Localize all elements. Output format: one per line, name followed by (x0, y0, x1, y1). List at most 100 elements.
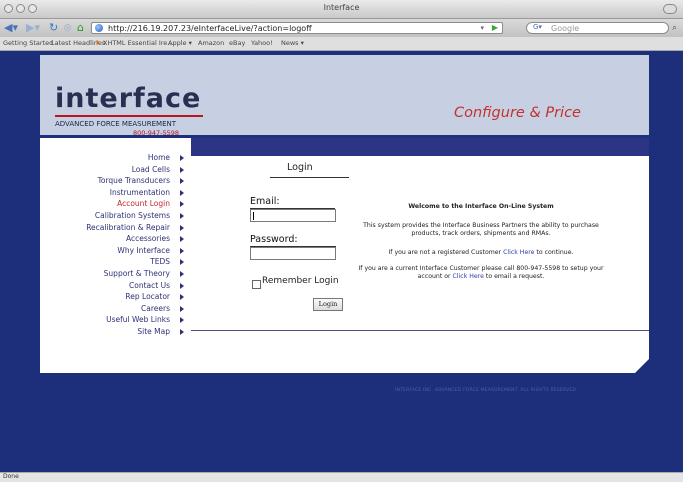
address-text: http://216.19.207.23/eInterfaceLive/?act… (108, 24, 312, 33)
sidebar-item-label: Rep Locator (125, 292, 170, 302)
page-tagline: Configure & Price (454, 105, 581, 121)
chevron-right-icon (180, 282, 184, 289)
not-registered-post: to continue. (534, 249, 574, 256)
sidebar-item-label: Careers (141, 303, 170, 313)
sidebar-item-label: Accessories (126, 234, 170, 244)
sidebar-item-account-login[interactable]: Account Login (40, 198, 188, 210)
remember-login-label: Remember Login (262, 276, 339, 286)
sidebar-item-rep-locator[interactable]: Rep Locator (40, 291, 188, 303)
window-titlebar: Interface (0, 0, 683, 19)
logo-subtitle: ADVANCED FORCE MEASUREMENT (55, 120, 177, 128)
sidebar-item-instrumentation[interactable]: Instrumentation (40, 187, 188, 199)
forward-arrow-icon[interactable]: ▶▾ (26, 22, 40, 34)
back-arrow-icon[interactable]: ◀▾ (4, 22, 18, 34)
status-text: Done (3, 473, 19, 480)
sidebar-item-accessories[interactable]: Accessories (40, 233, 188, 245)
sidebar-item-label: Site Map (137, 326, 170, 336)
email-label: Email: (250, 196, 280, 207)
login-title: Login (287, 162, 313, 173)
sidebar-item-label: Contact Us (129, 280, 170, 290)
history-dropdown-icon[interactable]: ▾ (480, 24, 484, 32)
sidebar-item-label: Support & Theory (103, 268, 170, 278)
welcome-intro: This system provides the Interface Busin… (363, 222, 599, 237)
password-label: Password: (250, 234, 298, 245)
current-customer-post: to email a request. (483, 273, 545, 280)
main-content: Home Load Cells Torque Transducers Instrume… (40, 138, 649, 373)
sidebar-item-label: Why Interface (117, 245, 170, 255)
reload-icon[interactable]: ↻ (49, 22, 58, 34)
sidebar-item-load-cells[interactable]: Load Cells (40, 164, 188, 176)
sidebar-item-careers[interactable]: Careers (40, 303, 188, 315)
bookmarks-bar: Getting Started Latest Headlines ◗ XHTML… (0, 37, 683, 51)
register-click-here-link[interactable]: Click Here (503, 249, 534, 256)
bookmark-getting-started[interactable]: Getting Started (3, 39, 53, 47)
go-arrow-icon[interactable]: ▶ (492, 23, 498, 32)
bookmark-xhtml[interactable]: XHTML Essential Ire... (103, 39, 173, 47)
browser-toolbar: ◀▾ ▶▾ ↻ ⊗ ⌂ http://216.19.207.23/eInterf… (0, 19, 683, 37)
login-title-rule (270, 177, 349, 178)
sidebar-item-support-theory[interactable]: Support & Theory (40, 268, 188, 280)
content-top-band (191, 138, 649, 156)
search-magnifier-icon[interactable]: ⌕ (672, 22, 677, 34)
chevron-right-icon (180, 166, 184, 173)
remember-login-checkbox[interactable] (252, 280, 261, 289)
chevron-right-icon (180, 236, 184, 243)
sidebar-item-site-map[interactable]: Site Map (40, 326, 188, 338)
bookmark-amazon[interactable]: Amazon (198, 39, 224, 47)
bookmark-apple[interactable]: Apple ▾ (168, 39, 192, 47)
sidebar-item-label: Load Cells (131, 164, 170, 174)
sidebar-item-label: Recalibration & Repair (86, 222, 170, 232)
chevron-right-icon (180, 305, 184, 312)
home-icon[interactable]: ⌂ (77, 22, 84, 34)
sidebar-item-calibration-systems[interactable]: Calibration Systems (40, 210, 188, 222)
sidebar-item-teds[interactable]: TEDS (40, 256, 188, 268)
email-field[interactable] (250, 209, 336, 222)
password-field[interactable] (250, 247, 336, 260)
stop-icon[interactable]: ⊗ (63, 22, 72, 34)
logo-rule (55, 115, 203, 117)
chevron-right-icon (180, 259, 184, 266)
sidebar-item-recalibration-repair[interactable]: Recalibration & Repair (40, 222, 188, 234)
window-title: Interface (323, 3, 360, 12)
text-caret (253, 212, 254, 220)
content-bottom-rule (191, 330, 649, 331)
not-registered-text: If you are not a registered Customer Cli… (352, 249, 610, 256)
rss-icon: ◗ (96, 39, 100, 46)
chevron-right-icon (180, 155, 184, 161)
sidebar-item-label: Account Login (117, 199, 170, 209)
search-engine-icon[interactable]: G▾ (533, 23, 542, 31)
welcome-heading: Welcome to the Interface On-Line System (408, 203, 554, 210)
sidebar-item-torque-transducers[interactable]: Torque Transducers (40, 175, 188, 187)
not-registered-pre: If you are not a registered Customer (388, 249, 504, 256)
chevron-right-icon (180, 224, 184, 231)
bookmark-yahoo[interactable]: Yahoo! (251, 39, 273, 47)
sidebar-item-contact-us[interactable]: Contact Us (40, 280, 188, 292)
site-globe-icon (95, 24, 103, 32)
bookmark-ebay[interactable]: eBay (229, 39, 245, 47)
chevron-right-icon (180, 189, 184, 196)
sidebar-item-home[interactable]: Home (40, 152, 188, 164)
content-corner-notch (635, 359, 649, 373)
sidebar-item-label: Torque Transducers (97, 176, 170, 186)
sidebar-item-why-interface[interactable]: Why Interface (40, 245, 188, 257)
chevron-right-icon (180, 201, 184, 208)
chevron-right-icon (180, 178, 184, 185)
login-button[interactable]: Login (313, 298, 343, 311)
sidebar-item-label: TEDS (150, 257, 170, 267)
toolbar-toggle-button[interactable] (663, 4, 677, 14)
chevron-right-icon (180, 270, 184, 277)
sidebar-item-useful-web-links[interactable]: Useful Web Links (40, 314, 188, 326)
sidebar-item-label: Home (147, 153, 170, 162)
site-header: interface ADVANCED FORCE MEASUREMENT 800… (40, 55, 649, 137)
search-box[interactable]: G▾ Google (526, 22, 669, 34)
copyright-footer: INTERFACE INC. ADVANCED FORCE MEASUREMEN… (395, 388, 577, 393)
chevron-right-icon (180, 294, 184, 301)
chevron-right-icon (180, 317, 184, 324)
sidebar-item-label: Instrumentation (109, 187, 170, 197)
search-placeholder: Google (551, 24, 580, 33)
address-bar[interactable]: http://216.19.207.23/eInterfaceLive/?act… (91, 22, 503, 34)
email-click-here-link[interactable]: Click Here (453, 273, 484, 280)
logo-wordmark: interface (55, 83, 202, 114)
sidebar-menu: Home Load Cells Torque Transducers Instrume… (40, 152, 188, 338)
bookmark-news[interactable]: News ▾ (281, 39, 304, 47)
